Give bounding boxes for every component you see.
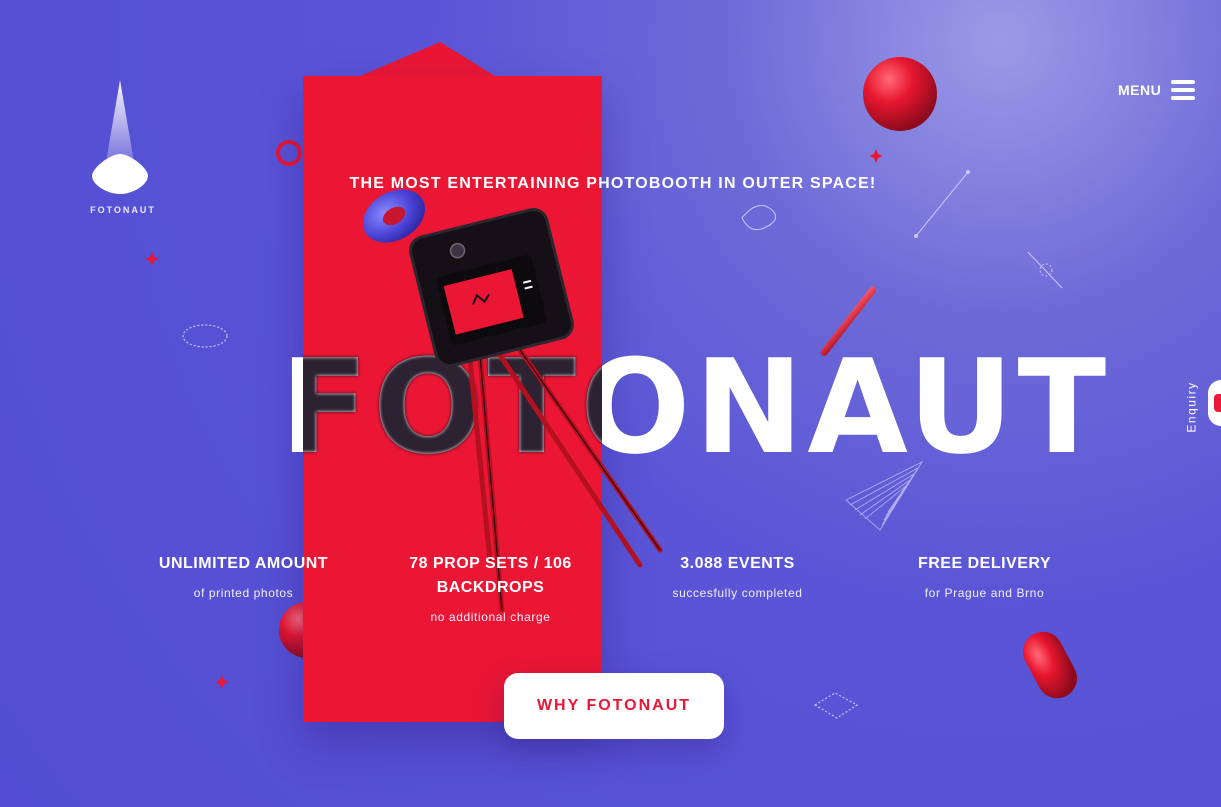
feature-item: FREE DELIVERY for Prague and Brno [861, 552, 1108, 624]
feature-title: 3.088 EVENTS [680, 555, 795, 572]
hero-tagline: THE MOST ENTERTAINING PHOTOBOOTH IN OUTE… [349, 175, 877, 192]
feature-item: UNLIMITED AMOUNT of printed photos [120, 552, 367, 624]
feature-subtitle: for Prague and Brno [924, 586, 1045, 600]
feature-item: 78 PROP SETS / 106 BACKDROPS no addition… [367, 552, 614, 624]
feature-subtitle: of printed photos [193, 586, 294, 600]
feature-subtitle: succesfully completed [672, 586, 803, 600]
feature-item: 3.088 EVENTS succesfully completed [614, 552, 861, 624]
features-row: UNLIMITED AMOUNT of printed photos 78 PR… [120, 552, 1110, 624]
why-fotonaut-button[interactable]: WHY FOTONAUT [504, 673, 724, 739]
feature-title: FREE DELIVERY [917, 555, 1052, 572]
feature-title: UNLIMITED AMOUNT [158, 555, 329, 572]
feature-title: 78 PROP SETS / 106 BACKDROPS [409, 555, 572, 596]
feature-subtitle: no additional charge [430, 610, 551, 624]
